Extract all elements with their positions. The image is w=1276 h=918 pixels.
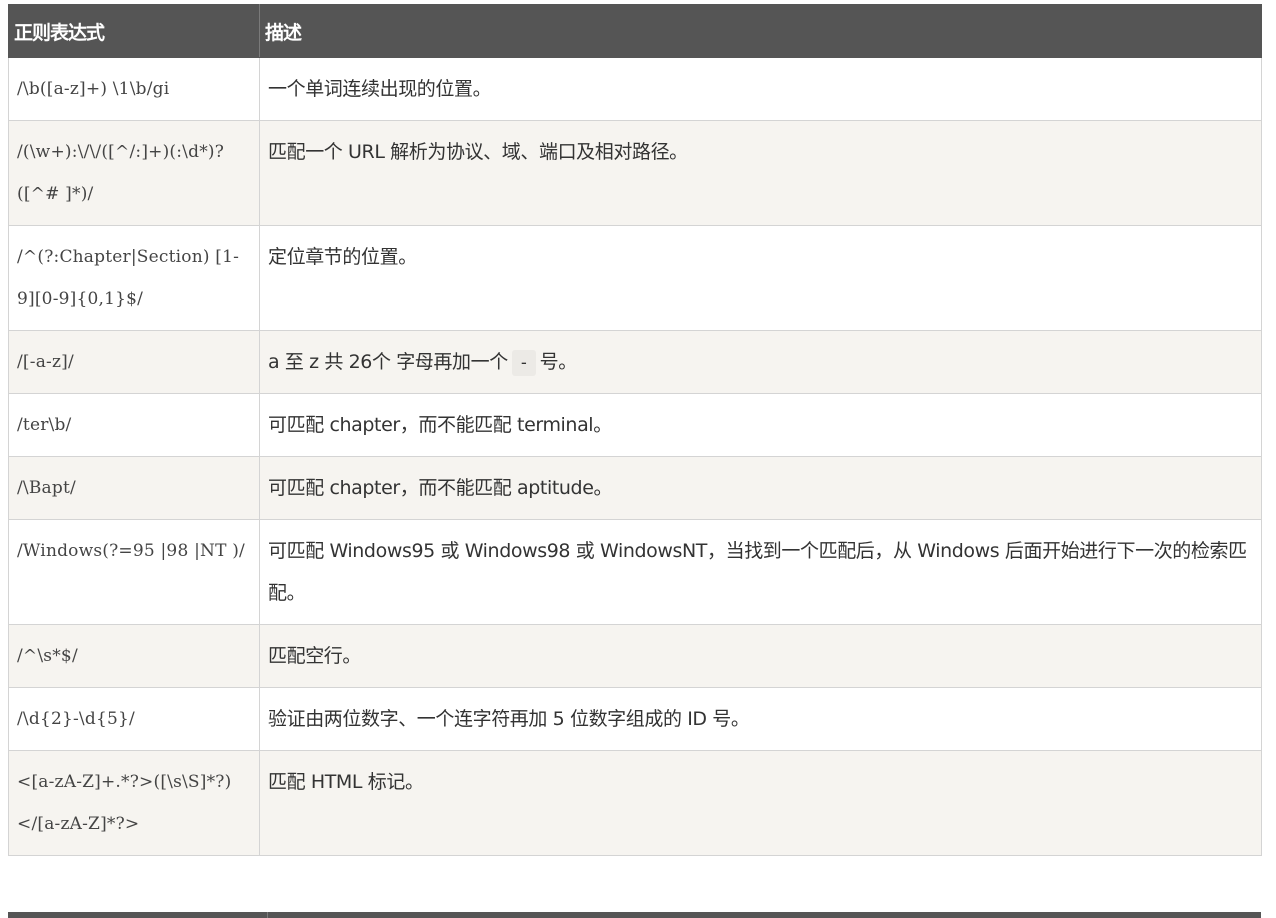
regex-cell: /^\s*$/ [8, 624, 260, 688]
regex-cell: /Windows(?=95 |98 |NT )/ [8, 519, 260, 625]
regex-cell: /\d{2}-\d{5}/ [8, 687, 260, 751]
description-text: 号。 [539, 351, 578, 373]
regex-cell: /(\w+):\/\/([^/:]+)(:\d*)?([^# ]*)/ [8, 120, 260, 226]
regex-cell: <[a-zA-Z]+.*?>([\s\S]*?)</[a-zA-Z]*?> [8, 750, 260, 856]
description-cell: 可匹配 chapter，而不能匹配 aptitude。 [259, 456, 1262, 520]
table-row: /ter\b/ 可匹配 chapter，而不能匹配 terminal。 [8, 393, 1262, 457]
next-table-header-divider [267, 912, 268, 918]
regex-cell: /\b([a-z]+) \1\b/gi [8, 57, 260, 121]
table-row: /\b([a-z]+) \1\b/gi 一个单词连续出现的位置。 [8, 57, 1262, 121]
table-row: /(\w+):\/\/([^/:]+)(:\d*)?([^# ]*)/ 匹配一个… [8, 120, 1262, 226]
regex-cell: /\Bapt/ [8, 456, 260, 520]
regex-cell: /[-a-z]/ [8, 330, 260, 394]
table-header-row: 正则表达式 描述 [8, 4, 1262, 58]
next-table-header-edge [8, 912, 1261, 918]
description-cell: a 至 z 共 26个 字母再加一个 - 号。 [259, 330, 1262, 394]
regex-cell: /^(?:Chapter|Section) [1-9][0-9]{0,1}$/ [8, 225, 260, 331]
description-text: a 至 z 共 26个 字母再加一个 [268, 351, 508, 373]
table-row: /\d{2}-\d{5}/ 验证由两位数字、一个连字符再加 5 位数字组成的 I… [8, 687, 1262, 751]
table-row: /\Bapt/ 可匹配 chapter，而不能匹配 aptitude。 [8, 456, 1262, 520]
regex-table: 正则表达式 描述 /\b([a-z]+) \1\b/gi 一个单词连续出现的位置… [8, 4, 1262, 856]
description-cell: 可匹配 chapter，而不能匹配 terminal。 [259, 393, 1262, 457]
description-cell: 匹配 HTML 标记。 [259, 750, 1262, 856]
column-header-description: 描述 [259, 4, 1262, 58]
description-cell: 一个单词连续出现的位置。 [259, 57, 1262, 121]
description-cell: 匹配空行。 [259, 624, 1262, 688]
table-row: /^(?:Chapter|Section) [1-9][0-9]{0,1}$/ … [8, 225, 1262, 331]
table-row: /^\s*$/ 匹配空行。 [8, 624, 1262, 688]
column-header-regex: 正则表达式 [8, 4, 260, 58]
description-cell: 可匹配 Windows95 或 Windows98 或 WindowsNT，当找… [259, 519, 1262, 625]
description-cell: 匹配一个 URL 解析为协议、域、端口及相对路径。 [259, 120, 1262, 226]
description-cell: 定位章节的位置。 [259, 225, 1262, 331]
description-cell: 验证由两位数字、一个连字符再加 5 位数字组成的 ID 号。 [259, 687, 1262, 751]
regex-cell: /ter\b/ [8, 393, 260, 457]
table-row: /Windows(?=95 |98 |NT )/ 可匹配 Windows95 或… [8, 519, 1262, 625]
inline-code-hyphen: - [511, 350, 536, 376]
table-row: <[a-zA-Z]+.*?>([\s\S]*?)</[a-zA-Z]*?> 匹配… [8, 750, 1262, 856]
table-row: /[-a-z]/ a 至 z 共 26个 字母再加一个 - 号。 [8, 330, 1262, 394]
